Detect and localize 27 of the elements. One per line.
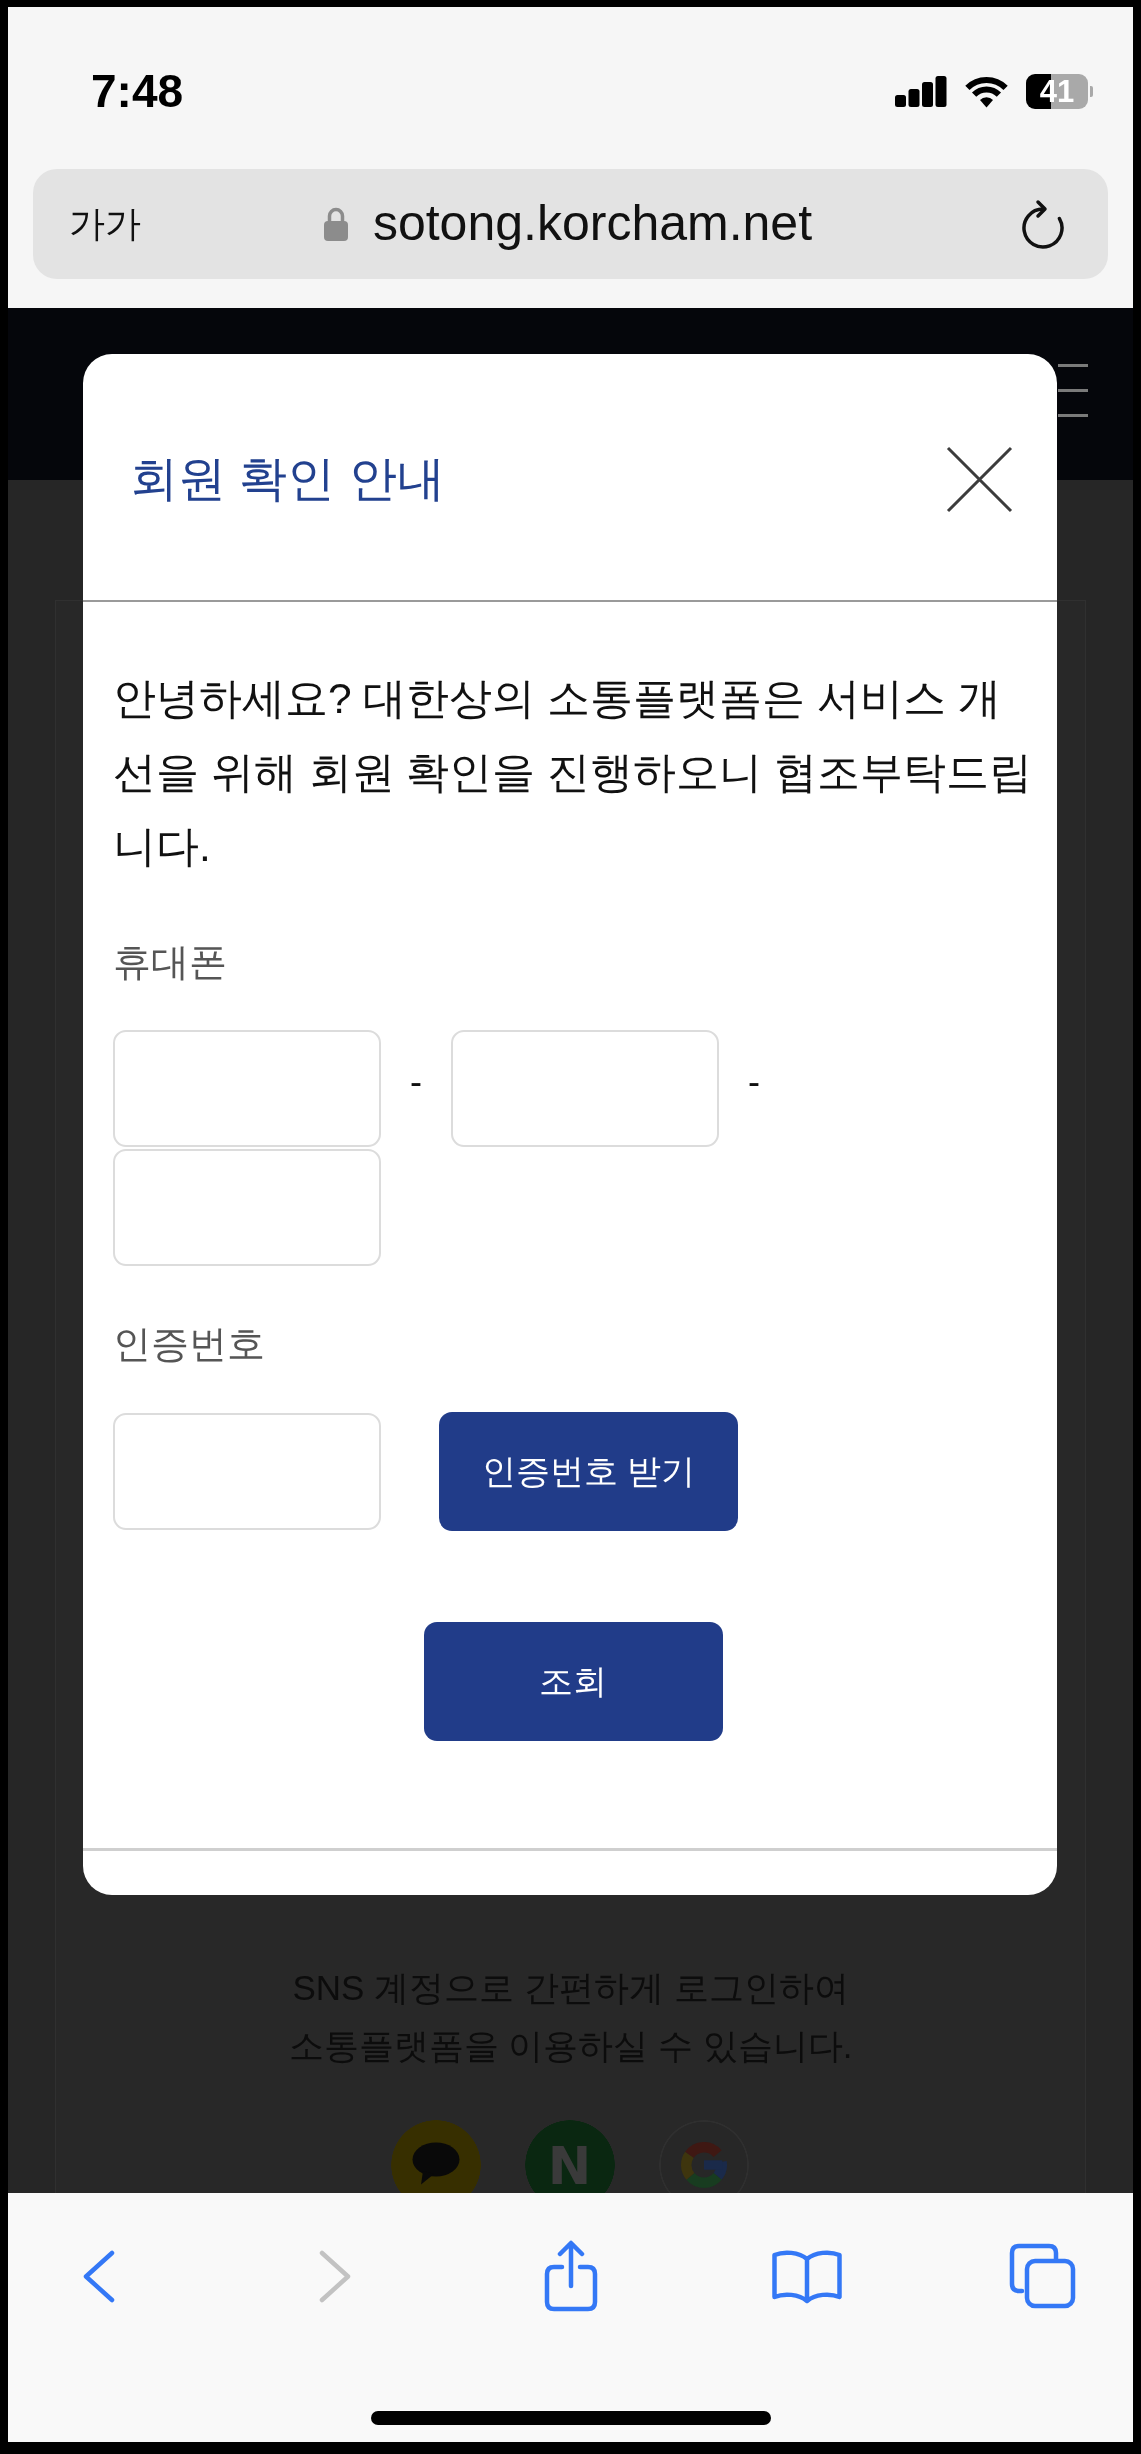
- menu-icon[interactable]: [1058, 364, 1088, 417]
- separator-text: -: [748, 1063, 760, 1100]
- input-field[interactable]: [113, 1413, 381, 1530]
- field-label: 인증번호: [113, 1322, 266, 1367]
- back-icon[interactable]: [82, 2249, 115, 2303]
- share-icon[interactable]: [542, 2240, 599, 2312]
- lookup-button[interactable]: 조회: [423, 1622, 723, 1741]
- speech-bubble-icon: [411, 2142, 460, 2185]
- address-bar[interactable]: 가가 sotong.korcham.net: [33, 169, 1108, 279]
- signal-icon: [895, 75, 947, 107]
- book-icon[interactable]: [770, 2248, 843, 2304]
- status-time: 7:48: [91, 68, 184, 114]
- separator-text: -: [410, 1063, 422, 1100]
- input-field[interactable]: [113, 1030, 381, 1147]
- reload-icon[interactable]: [1020, 198, 1066, 250]
- wifi-icon: [963, 74, 1010, 108]
- field-label: 휴대폰: [113, 940, 228, 985]
- request-code-button[interactable]: 인증번호 받기: [439, 1412, 738, 1531]
- dialog-message: 안녕하세요? 대한상의 소통플랫폼은 서비스 개선을 위해 회원 확인을 진행하오니 협조부탁드립니다.: [113, 674, 1034, 872]
- url-text: sotong.korcham.net: [372, 195, 813, 253]
- dialog-title: 회원 확인 안내: [130, 451, 445, 507]
- input-field[interactable]: [451, 1030, 719, 1147]
- close-icon[interactable]: [946, 445, 1013, 513]
- tabs-icon[interactable]: [1009, 2243, 1076, 2309]
- g-logo-icon: [680, 2142, 727, 2188]
- text-size-button[interactable]: 가가: [69, 199, 141, 249]
- input-field[interactable]: [113, 1149, 381, 1266]
